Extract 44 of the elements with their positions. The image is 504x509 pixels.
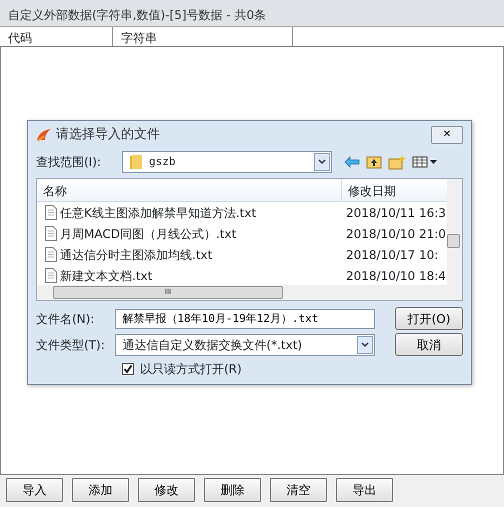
chevron-icon [318, 159, 326, 165]
file-name-label: 文件名(N): [36, 310, 96, 328]
checkbox[interactable] [122, 363, 134, 375]
back-arrow-icon[interactable] [344, 156, 360, 168]
modified-date: 2018/10/17 10: [345, 246, 438, 264]
toolbar-button[interactable]: 修改 [138, 478, 195, 502]
cancel-button[interactable]: 取消 [394, 333, 463, 356]
document-icon [45, 247, 57, 262]
view-menu-icon[interactable] [412, 156, 438, 168]
file-type-label: 文件类型(T): [36, 336, 106, 354]
modified-date: 2018/10/11 16:3 [345, 204, 446, 222]
window-title: 自定义外部数据(字符串,数值)-[5]号数据 - 共0条 [0, 0, 504, 27]
document-icon [45, 226, 57, 241]
dialog-title: 请选择导入的文件 [56, 126, 160, 144]
toolbar-button[interactable]: 导入 [6, 478, 63, 502]
file-name[interactable]: 新建文本文档.txt [60, 266, 152, 284]
column-header[interactable]: 字符串 [113, 27, 293, 46]
document-icon [45, 268, 57, 283]
look-in-dropdown[interactable]: gszb [122, 151, 332, 173]
file-name[interactable]: 月周MACD同图（月线公式）.txt [60, 224, 236, 242]
column-header[interactable]: 修改日期 [342, 179, 442, 201]
app-logo-icon [36, 128, 52, 142]
file-name[interactable]: 通达信分时主图添加均线.txt [60, 246, 212, 264]
folder-icon [129, 154, 143, 170]
column-header[interactable]: 代码 [0, 27, 113, 46]
look-in-label: 查找范围(I): [36, 154, 102, 171]
toolbar-button[interactable]: 导出 [336, 478, 393, 502]
scrollbar-thumb[interactable] [447, 234, 460, 248]
file-name[interactable]: 任意K线主图添加解禁早知道方法.txt [60, 204, 256, 222]
chevron-icon [360, 342, 369, 348]
open-button[interactable]: 打开(O) [395, 307, 463, 330]
toolbar-button[interactable]: 添加 [72, 478, 129, 502]
file-name-field[interactable]: 解禁早报（18年10月-19年12月）.txt [115, 308, 375, 328]
toolbar-button[interactable]: 删除 [204, 478, 261, 502]
file-type-dropdown[interactable]: 通达信自定义数据交换文件(*.txt) [115, 334, 375, 356]
toolbar-button[interactable]: 清空 [270, 478, 327, 502]
modified-date: 2018/10/10 18:4 [345, 268, 446, 284]
document-icon [45, 205, 57, 220]
new-folder-icon[interactable] [388, 154, 406, 170]
modified-date: 2018/10/10 21:0 [345, 226, 446, 242]
up-folder-icon[interactable] [366, 155, 382, 169]
close-button[interactable]: ✕ [431, 126, 463, 144]
column-header[interactable]: 名称 [37, 179, 342, 201]
read-only-label: 以只读方式打开(R) [140, 361, 242, 378]
